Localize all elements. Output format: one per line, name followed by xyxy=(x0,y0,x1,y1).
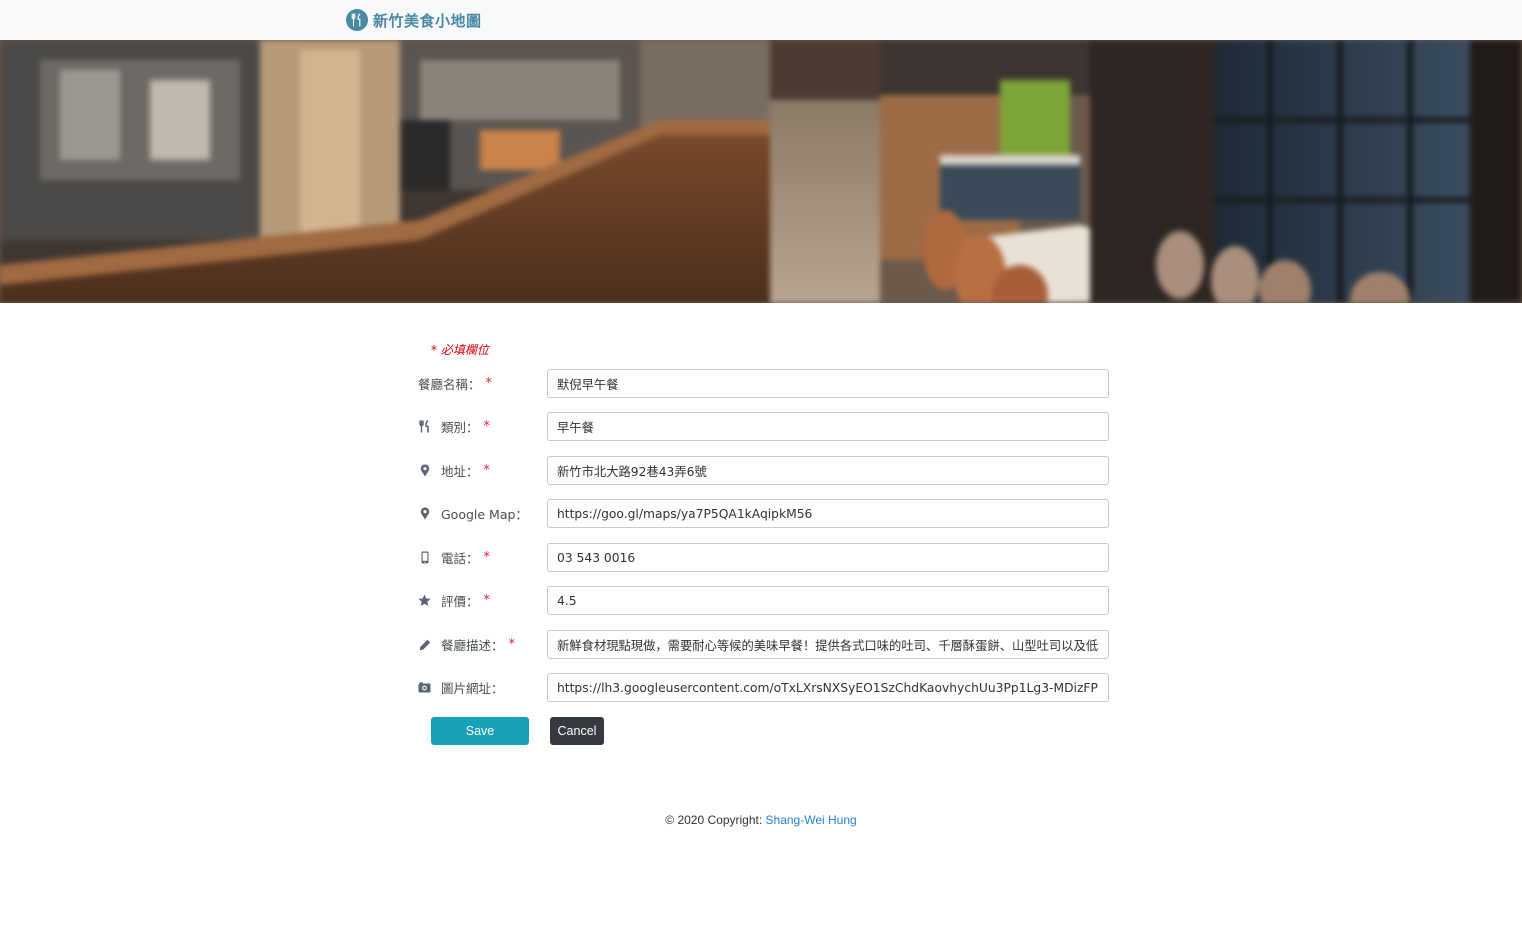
description-label: 餐廳描述： * xyxy=(418,630,547,659)
utensils-icon xyxy=(346,9,368,31)
google-map-label: Google Map： xyxy=(418,499,547,528)
form-row-category: 類別： * xyxy=(418,412,1109,441)
address-input[interactable] xyxy=(547,456,1109,485)
cancel-button[interactable]: Cancel xyxy=(550,717,604,745)
map-marker-icon xyxy=(418,464,431,477)
utensils-icon xyxy=(418,420,431,433)
rating-input[interactable] xyxy=(547,586,1109,615)
camera-icon xyxy=(418,681,431,694)
hero-banner-image xyxy=(0,40,1522,303)
phone-input[interactable] xyxy=(547,543,1109,572)
form-row-rating: 評價： * xyxy=(418,586,1109,615)
author-link[interactable]: Shang-Wei Hung xyxy=(766,813,857,827)
image-url-label: 圖片網址： xyxy=(418,673,547,702)
form-row-description: 餐廳描述： * xyxy=(418,630,1109,659)
google-map-input[interactable] xyxy=(547,499,1109,528)
required-fields-note: * 必填欄位 xyxy=(431,343,489,357)
restaurant-name-label: 餐廳名稱： * xyxy=(418,376,493,392)
phone-label: 電話： * xyxy=(418,543,547,572)
brand-link[interactable]: 新竹美食小地圖 xyxy=(346,8,482,32)
footer: © 2020 Copyright: Shang-Wei Hung xyxy=(0,813,1522,827)
save-button[interactable]: Save xyxy=(431,717,529,745)
form-row-restaurant-name: 餐廳名稱： * xyxy=(418,369,1109,398)
mobile-phone-icon xyxy=(418,551,431,564)
restaurant-name-input[interactable] xyxy=(547,369,1109,398)
star-icon xyxy=(418,594,431,607)
form-row-google-map: Google Map： xyxy=(418,499,1109,528)
copyright-text: © 2020 Copyright: xyxy=(665,813,763,827)
image-url-input[interactable] xyxy=(547,673,1109,702)
map-marker-icon xyxy=(418,507,431,520)
pencil-icon xyxy=(418,638,431,651)
form-row-image-url: 圖片網址： xyxy=(418,673,1109,702)
brand-title: 新竹美食小地圖 xyxy=(373,11,482,30)
address-label: 地址： * xyxy=(418,456,547,485)
navbar: 新竹美食小地圖 xyxy=(0,0,1522,40)
form-row-phone: 電話： * xyxy=(418,543,1109,572)
form-row-address: 地址： * xyxy=(418,456,1109,485)
description-input[interactable] xyxy=(547,630,1109,659)
category-input[interactable] xyxy=(547,412,1109,441)
category-label: 類別： * xyxy=(418,412,547,441)
rating-label: 評價： * xyxy=(418,586,547,615)
